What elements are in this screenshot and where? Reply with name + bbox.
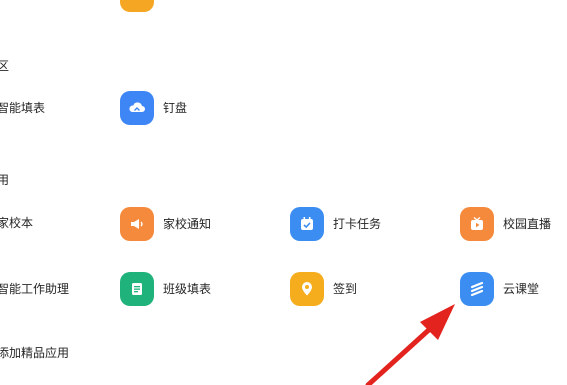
app-check-in-task[interactable]: 打卡任务: [290, 207, 400, 241]
app-label-home-school-book[interactable]: 家校本: [0, 215, 33, 231]
cloud-class-icon: [460, 272, 494, 306]
add-premium-apps-link[interactable]: 添加精品应用: [0, 345, 69, 361]
section-title-cut: 用: [0, 173, 10, 187]
app-cloud-classroom[interactable]: 云课堂: [460, 272, 567, 306]
megaphone-icon: [120, 207, 154, 241]
app-label-smart-assistant[interactable]: 智能工作助理: [0, 281, 69, 297]
app-label: 校园直播: [503, 217, 552, 231]
live-play-icon: [460, 207, 494, 241]
location-pin-icon: [290, 272, 324, 306]
cloud-drive-icon: [120, 91, 154, 125]
app-label: 云课堂: [503, 282, 540, 296]
calendar-check-icon: [290, 207, 324, 241]
app-label: 签到: [333, 282, 358, 296]
app-home-school-notice[interactable]: 家校通知: [120, 207, 230, 241]
app-label: 打卡任务: [333, 217, 382, 231]
app-label: 钉盘: [163, 101, 188, 115]
section-title-cut: 区: [0, 59, 10, 73]
app-label: 班级填表: [163, 282, 212, 296]
form-doc-icon: [120, 272, 154, 306]
annotation-arrow: [365, 304, 455, 385]
app-cloud-drive[interactable]: 钉盘: [120, 91, 200, 125]
partial-app-icon[interactable]: [120, 0, 154, 12]
app-campus-live[interactable]: 校园直播: [460, 207, 567, 241]
app-label: 家校通知: [163, 217, 212, 231]
app-class-form[interactable]: 班级填表: [120, 272, 230, 306]
app-label-smart-form[interactable]: 智能填表: [0, 100, 45, 116]
app-sign-in[interactable]: 签到: [290, 272, 400, 306]
